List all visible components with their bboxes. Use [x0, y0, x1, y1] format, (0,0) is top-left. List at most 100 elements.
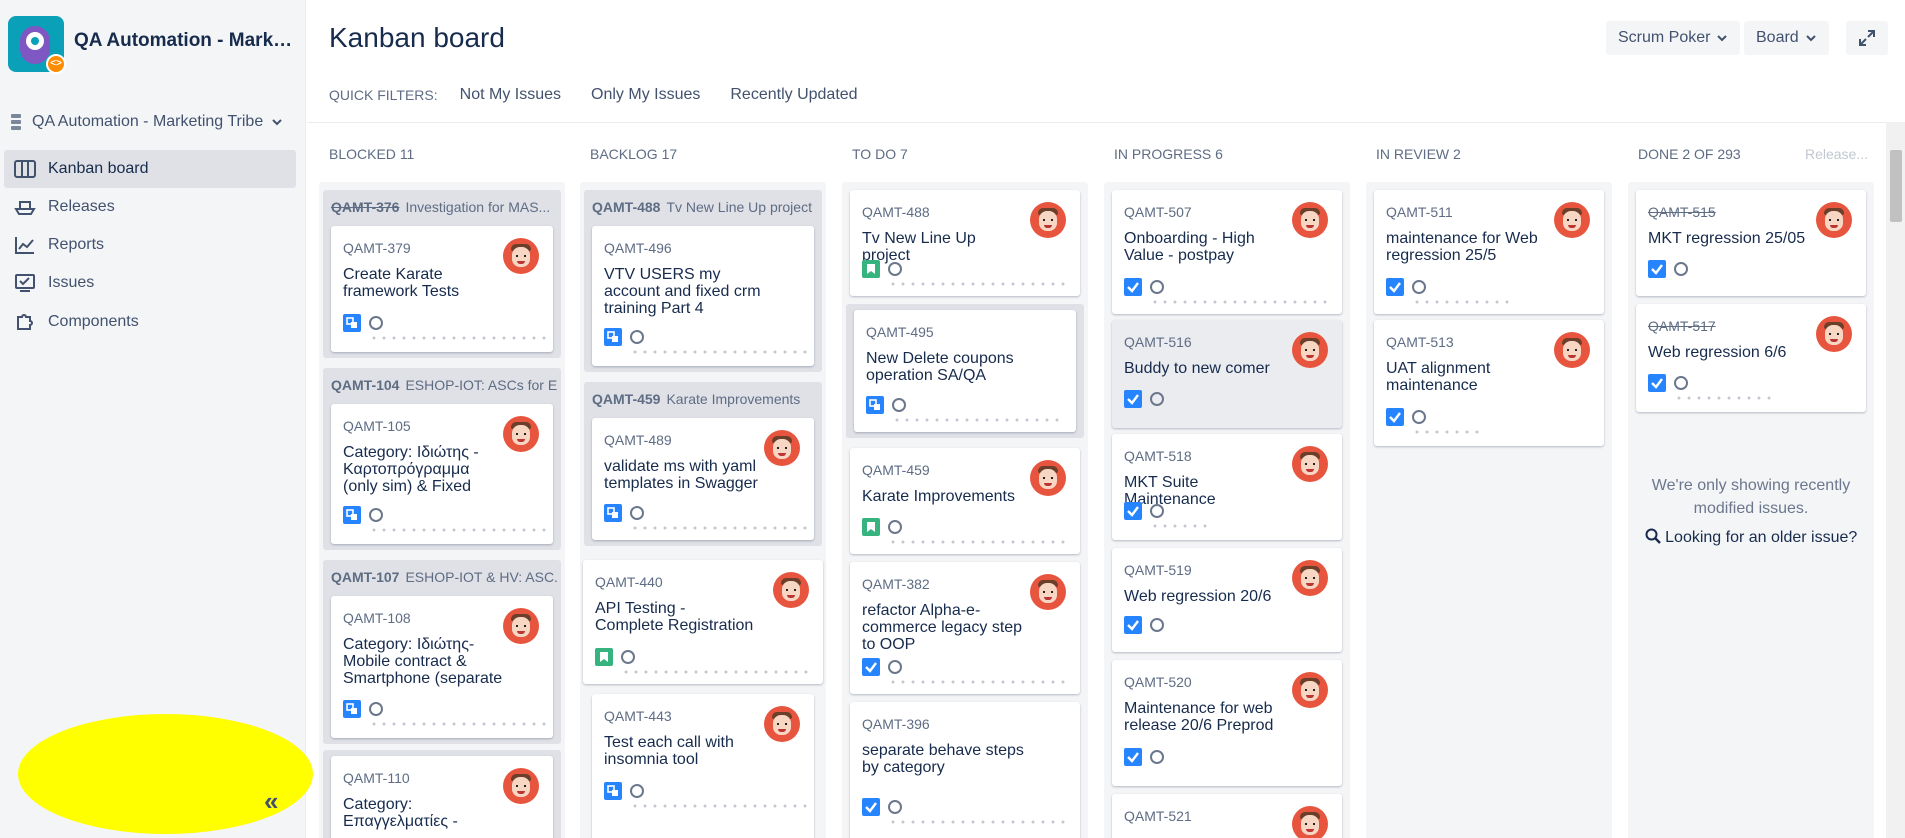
- issue-card[interactable]: QAMT-110 Category: Επαγγελματίες -: [331, 756, 553, 838]
- issue-key[interactable]: QAMT-518: [1124, 448, 1192, 464]
- collapse-sidebar-button[interactable]: «: [264, 786, 278, 817]
- scrollbar-thumb[interactable]: [1890, 150, 1902, 222]
- progress-dots: [369, 528, 547, 532]
- issue-card[interactable]: QAMT-108 Category: Ιδιώτης- Mobile contr…: [331, 596, 553, 738]
- issue-card[interactable]: QAMT-513 UAT alignment maintenance: [1374, 320, 1604, 446]
- issue-card[interactable]: QAMT-379 Create Karate framework Tests: [331, 226, 553, 352]
- sidebar-item-label: Components: [48, 313, 139, 330]
- parent-issue-header[interactable]: QAMT-107 ESHOP-IOT & HV: ASC...: [327, 560, 557, 594]
- board-menu-button[interactable]: Board: [1744, 21, 1829, 55]
- assignee-avatar[interactable]: [1816, 202, 1852, 238]
- sidebar-item-reports[interactable]: Reports: [4, 226, 296, 264]
- sidebar-item-label: Issues: [48, 274, 95, 291]
- vertical-scrollbar[interactable]: [1886, 122, 1905, 838]
- scrum-poker-button[interactable]: Scrum Poker: [1606, 21, 1741, 55]
- assignee-avatar[interactable]: [1292, 672, 1328, 708]
- assignee-avatar[interactable]: [1292, 560, 1328, 596]
- sidebar-item-issues[interactable]: Issues: [4, 264, 296, 302]
- filter-only-my-issues[interactable]: Only My Issues: [591, 86, 700, 104]
- assignee-avatar[interactable]: [1816, 316, 1852, 352]
- issue-card[interactable]: QAMT-519 Web regression 20/6: [1112, 548, 1342, 652]
- sidebar-item-components[interactable]: Components: [4, 303, 296, 341]
- column-header: DONE 2 OF 293 Release...: [1628, 138, 1874, 170]
- sidebar-item-kanban-board[interactable]: Kanban board: [4, 150, 296, 188]
- parent-issue-header[interactable]: QAMT-376 Investigation for MAS...: [327, 190, 557, 224]
- assignee-avatar[interactable]: [1030, 574, 1066, 610]
- sidebar-item-releases[interactable]: Releases: [4, 188, 296, 226]
- issue-key[interactable]: QAMT-379: [343, 240, 411, 256]
- issue-card[interactable]: QAMT-488 Tv New Line Up project: [850, 190, 1080, 296]
- progress-dots: [630, 350, 808, 354]
- issue-key[interactable]: QAMT-110: [343, 770, 410, 786]
- issue-key[interactable]: QAMT-459: [862, 462, 930, 478]
- assignee-avatar[interactable]: [503, 416, 539, 452]
- issue-card[interactable]: QAMT-516 Buddy to new comer: [1112, 320, 1342, 428]
- release-link[interactable]: Release...: [1805, 138, 1868, 170]
- assignee-avatar[interactable]: [503, 608, 539, 644]
- assignee-avatar[interactable]: [1292, 332, 1328, 368]
- assignee-avatar[interactable]: [1292, 806, 1328, 838]
- issue-key[interactable]: QAMT-489: [604, 432, 672, 448]
- assignee-avatar[interactable]: [764, 430, 800, 466]
- issue-key[interactable]: QAMT-516: [1124, 334, 1192, 350]
- assignee-avatar[interactable]: [1554, 332, 1590, 368]
- assignee-avatar[interactable]: [1554, 202, 1590, 238]
- issue-key[interactable]: QAMT-511: [1386, 204, 1453, 220]
- filter-recently-updated[interactable]: Recently Updated: [730, 86, 857, 104]
- issue-key[interactable]: QAMT-507: [1124, 204, 1192, 220]
- issue-card[interactable]: QAMT-396 separate behave steps by catego…: [850, 702, 1080, 838]
- assignee-avatar[interactable]: [1030, 202, 1066, 238]
- fullscreen-button[interactable]: [1846, 21, 1888, 55]
- issue-key[interactable]: QAMT-521: [1124, 808, 1192, 824]
- issue-card[interactable]: QAMT-520 Maintenance for web release 20/…: [1112, 660, 1342, 786]
- issue-card[interactable]: QAMT-507 Onboarding - High Value - postp…: [1112, 190, 1342, 314]
- issue-card[interactable]: QAMT-440 API Testing - Complete Registra…: [583, 560, 823, 684]
- issue-key[interactable]: QAMT-513: [1386, 334, 1454, 350]
- issue-key[interactable]: QAMT-105: [343, 418, 411, 434]
- issue-key[interactable]: QAMT-519: [1124, 562, 1192, 578]
- jira-app: <> QA Automation - Marketing Tribe QA Au…: [0, 0, 1905, 838]
- issue-card[interactable]: QAMT-459 Karate Improvements: [850, 448, 1080, 554]
- issue-card[interactable]: QAMT-495 New Delete coupons operation SA…: [854, 310, 1076, 432]
- parent-issue-header[interactable]: QAMT-488 Tv New Line Up project: [588, 190, 818, 224]
- issue-card[interactable]: QAMT-496 VTV USERS my account and fixed …: [592, 226, 814, 366]
- issue-key[interactable]: QAMT-495: [866, 324, 934, 340]
- issue-key[interactable]: QAMT-496: [604, 240, 672, 256]
- assignee-avatar[interactable]: [773, 572, 809, 608]
- board-selector[interactable]: QA Automation - Marketing Tribe: [8, 112, 283, 132]
- column-header: IN PROGRESS 6: [1114, 146, 1223, 162]
- issue-key[interactable]: QAMT-108: [343, 610, 411, 626]
- issue-key[interactable]: QAMT-443: [604, 708, 672, 724]
- project-avatar[interactable]: <>: [8, 16, 66, 74]
- parent-issue-header[interactable]: QAMT-104 ESHOP-IOT: ASCs for E...: [327, 368, 557, 402]
- issue-key[interactable]: QAMT-440: [595, 574, 663, 590]
- older-issue-link[interactable]: Looking for an older issue?: [1636, 528, 1866, 547]
- issue-key[interactable]: QAMT-520: [1124, 674, 1192, 690]
- issue-card[interactable]: QAMT-511 maintenance for Web regression …: [1374, 190, 1604, 314]
- issue-key[interactable]: QAMT-382: [862, 576, 930, 592]
- issue-card[interactable]: QAMT-518 MKT Suite Maintenance: [1112, 434, 1342, 540]
- assignee-avatar[interactable]: [1030, 460, 1066, 496]
- project-title[interactable]: QA Automation - Marketing Tribe: [74, 30, 296, 52]
- assignee-avatar[interactable]: [1292, 202, 1328, 238]
- recent-issues-note: We're only showing recently modified iss…: [1651, 477, 1851, 517]
- issue-card[interactable]: QAMT-382 refactor Alpha-e-commerce legac…: [850, 562, 1080, 694]
- issue-card[interactable]: QAMT-521: [1112, 794, 1342, 838]
- progress-dots: [1150, 524, 1210, 528]
- assignee-avatar[interactable]: [764, 706, 800, 742]
- issue-key[interactable]: QAMT-515: [1648, 204, 1716, 220]
- issue-key[interactable]: QAMT-517: [1648, 318, 1716, 334]
- parent-issue-header[interactable]: QAMT-459 Karate Improvements: [588, 382, 818, 416]
- issue-card[interactable]: QAMT-105 Category: Ιδιώτης - Καρτοπρόγρα…: [331, 404, 553, 544]
- assignee-avatar[interactable]: [503, 768, 539, 804]
- issue-card[interactable]: QAMT-515 MKT regression 25/05: [1636, 190, 1866, 296]
- filter-not-my-issues[interactable]: Not My Issues: [460, 86, 561, 104]
- issue-card[interactable]: QAMT-443 Test each call with insomnia to…: [592, 694, 814, 838]
- assignee-avatar[interactable]: [503, 238, 539, 274]
- assignee-avatar[interactable]: [1292, 446, 1328, 482]
- issue-summary: Test each call with insomnia tool: [604, 734, 734, 768]
- issue-card[interactable]: QAMT-489 validate ms with yaml templates…: [592, 418, 814, 540]
- issue-key[interactable]: QAMT-396: [862, 716, 930, 732]
- issue-key[interactable]: QAMT-488: [862, 204, 930, 220]
- issue-card[interactable]: QAMT-517 Web regression 6/6: [1636, 304, 1866, 412]
